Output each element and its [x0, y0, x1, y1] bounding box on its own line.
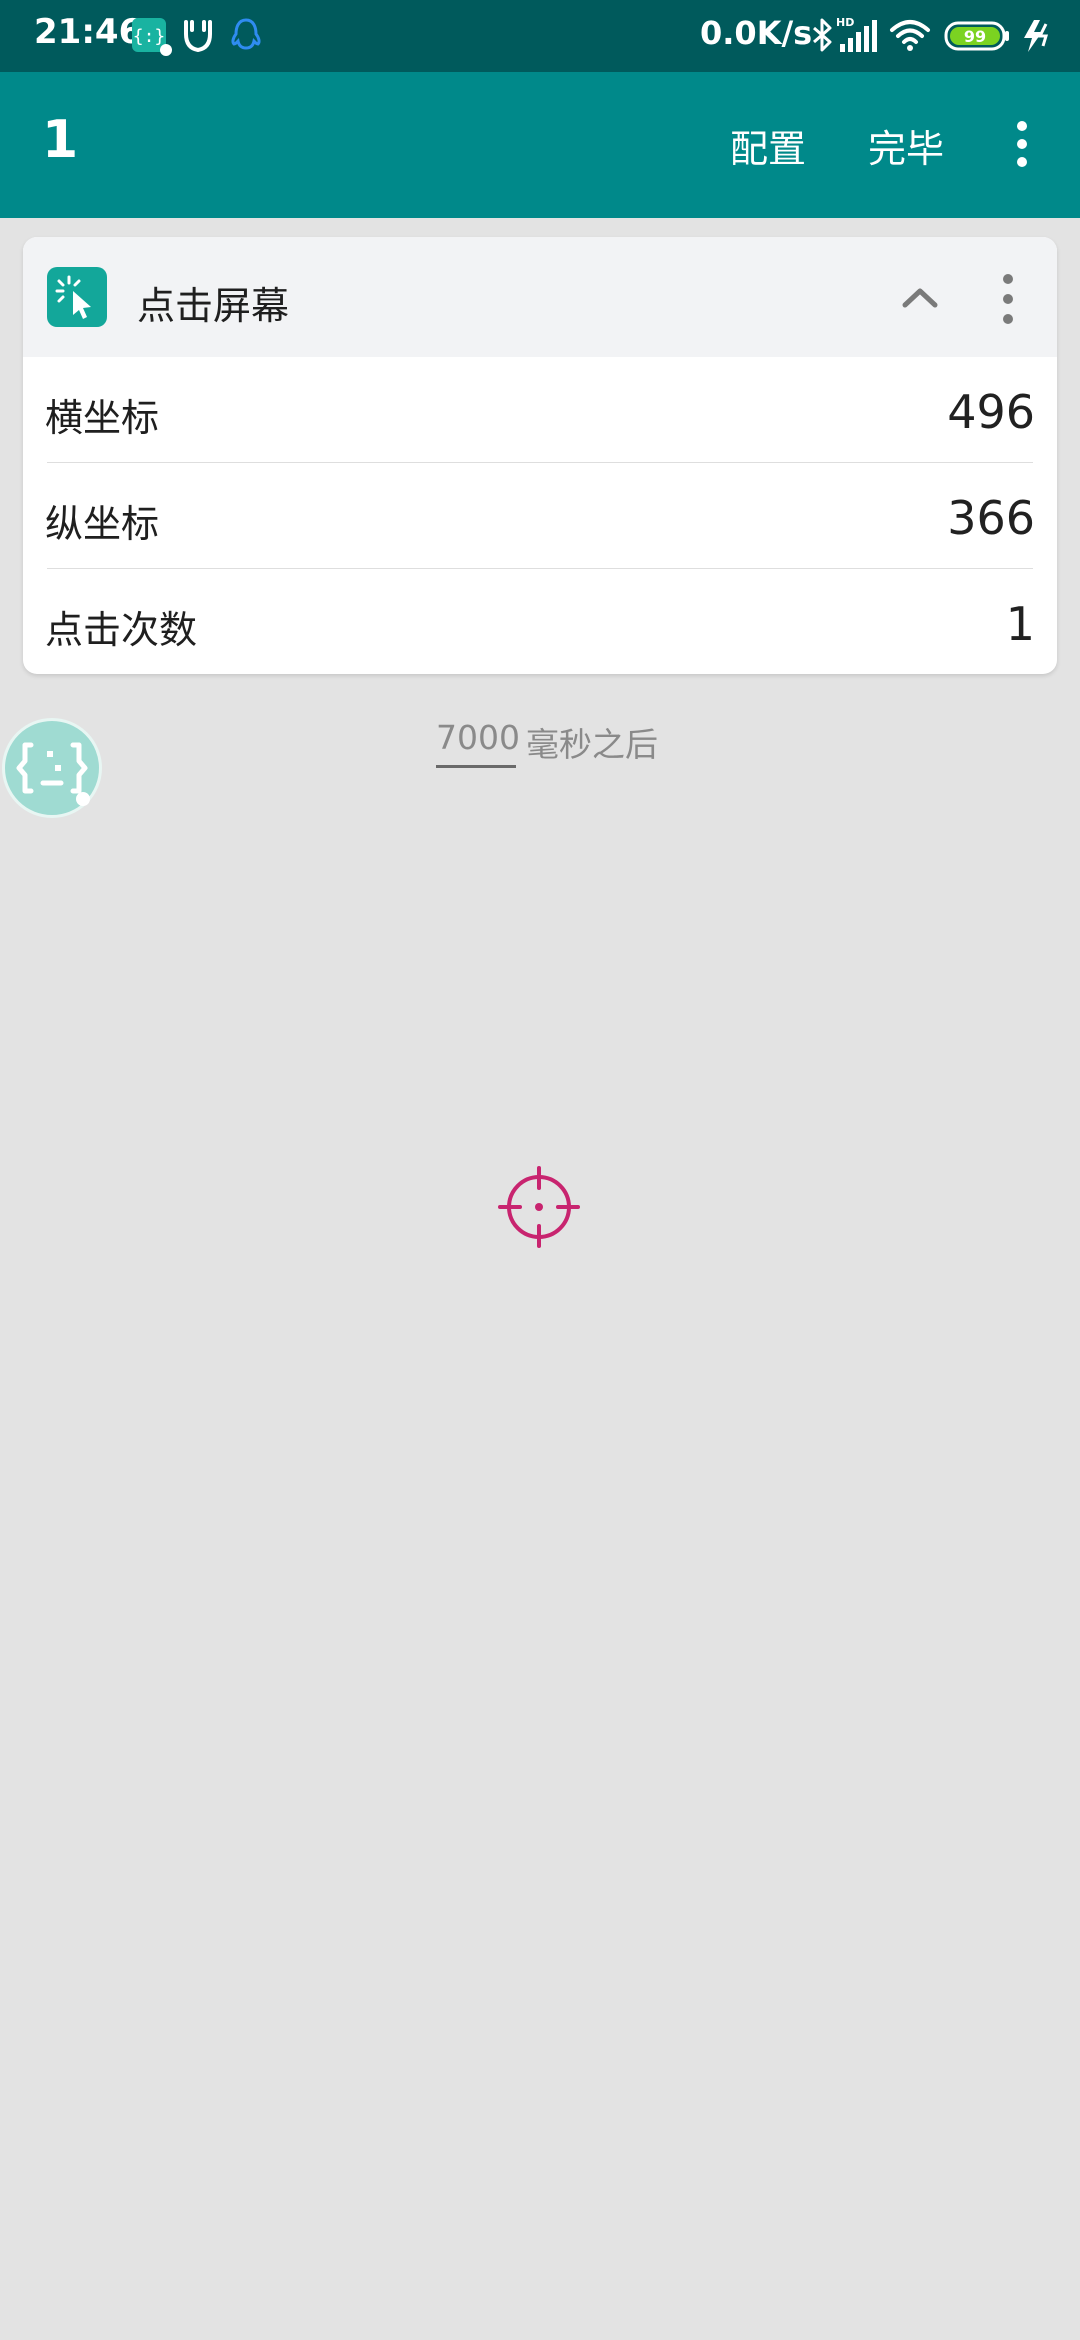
x-coordinate-row[interactable]: 横坐标 496 — [23, 357, 1057, 463]
scan-app-icon: {:} — [130, 14, 174, 58]
card-more-icon[interactable] — [993, 271, 1023, 327]
config-button[interactable]: 配置 — [730, 118, 806, 173]
status-bar: 21:46 {:} 0.0K/s HD 99 — [0, 0, 1080, 72]
delay-suffix-label: 毫秒之后 — [526, 725, 658, 764]
network-speed: 0.0K/s — [700, 14, 813, 52]
card-title: 点击屏幕 — [137, 284, 290, 328]
chevron-up-icon[interactable] — [897, 275, 943, 321]
svg-text:{:}: {:} — [133, 26, 166, 47]
status-time: 21:46 — [34, 12, 143, 52]
charging-icon — [1016, 14, 1060, 58]
y-coordinate-row[interactable]: 纵坐标 366 — [23, 463, 1057, 569]
wifi-icon — [888, 14, 932, 58]
toolbar-title: 1 — [42, 110, 79, 170]
click-count-label: 点击次数 — [45, 608, 198, 652]
tap-action-icon — [47, 267, 107, 327]
click-count-row[interactable]: 点击次数 1 — [23, 569, 1057, 674]
qq-icon — [224, 14, 268, 58]
card-header[interactable]: 点击屏幕 — [23, 237, 1057, 357]
hd-signal-icon: HD — [836, 14, 880, 58]
battery-level: 99 — [964, 27, 986, 46]
delay-ms-input[interactable]: 7000 — [436, 718, 520, 768]
click-count-value: 1 — [1005, 597, 1035, 651]
x-coordinate-value: 496 — [947, 385, 1035, 439]
app-toolbar: 1 配置 完毕 — [0, 72, 1080, 218]
mijia-icon — [178, 14, 222, 58]
y-coordinate-value: 366 — [947, 491, 1035, 545]
y-coordinate-label: 纵坐标 — [45, 502, 160, 546]
floating-assistant-button[interactable] — [2, 718, 102, 818]
svg-text:HD: HD — [836, 16, 854, 29]
done-button[interactable]: 完毕 — [868, 118, 944, 173]
crosshair-target-icon[interactable] — [498, 1166, 580, 1248]
more-menu-icon[interactable] — [1002, 118, 1042, 174]
battery-icon: 99 — [944, 14, 1012, 58]
x-coordinate-label: 横坐标 — [45, 396, 160, 440]
tap-screen-card: 点击屏幕 横坐标 496 纵坐标 366 点击次数 1 — [23, 237, 1057, 674]
